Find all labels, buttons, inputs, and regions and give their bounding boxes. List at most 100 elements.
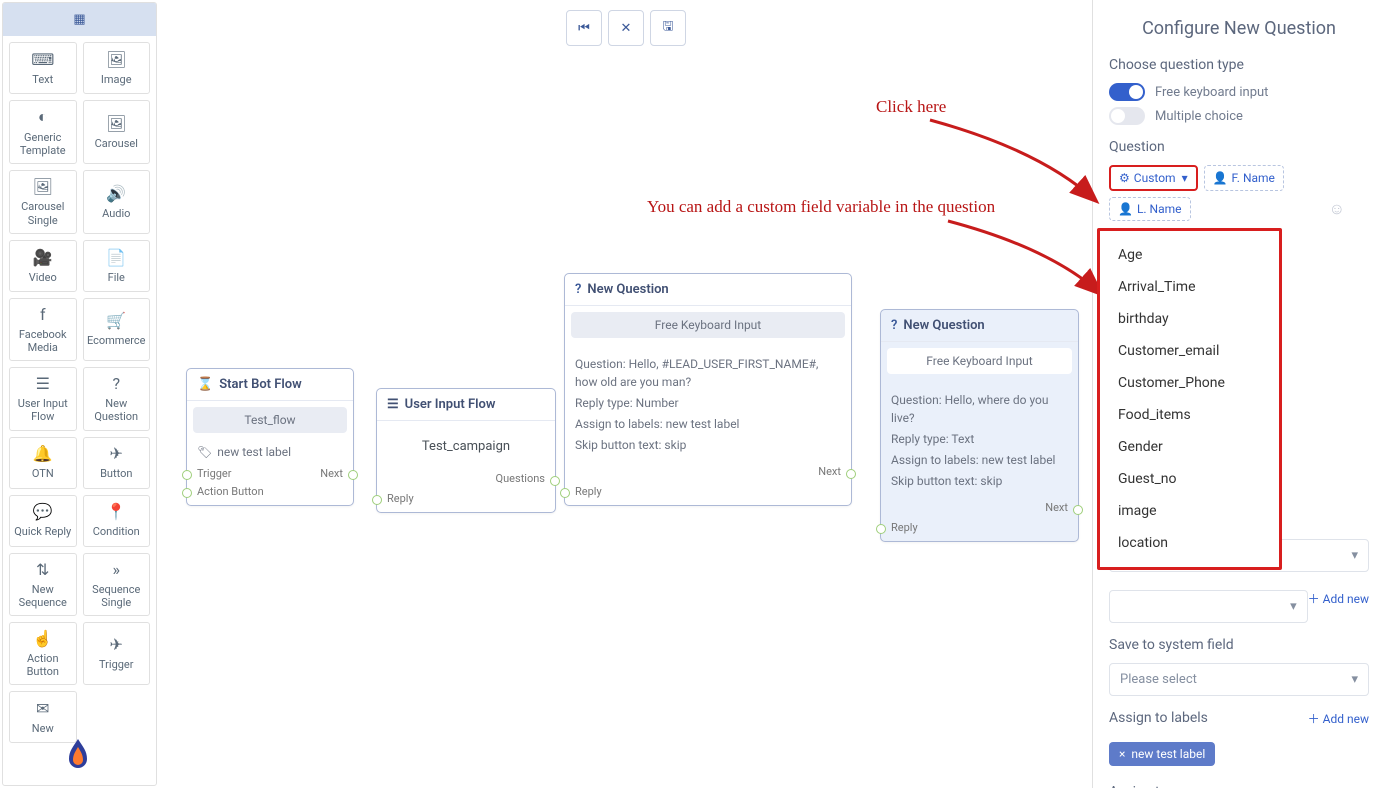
toggle-label-keyboard: Free keyboard input bbox=[1155, 85, 1268, 100]
tool-otn[interactable]: 🔔OTN bbox=[9, 437, 77, 489]
tool-action-button[interactable]: ☝Action Button bbox=[9, 622, 77, 685]
emoji-button[interactable]: ☺ bbox=[1329, 199, 1345, 219]
remove-icon[interactable]: × bbox=[1119, 747, 1125, 761]
person-icon: 👤 bbox=[1213, 171, 1228, 185]
tool-button[interactable]: ✈Button bbox=[83, 437, 151, 489]
fit-button[interactable]: ✕ bbox=[608, 10, 644, 46]
port-trigger[interactable] bbox=[182, 470, 192, 480]
node-question-1[interactable]: ?New Question Free Keyboard Input Questi… bbox=[564, 273, 852, 506]
tool-text[interactable]: ⌨Text bbox=[9, 42, 77, 94]
question-icon: ? bbox=[575, 282, 581, 297]
tool-user-input-flow[interactable]: ☰User Input Flow bbox=[9, 367, 77, 430]
custom-option-birthday[interactable]: birthday bbox=[1100, 303, 1279, 335]
save-button[interactable]: 🖫 bbox=[650, 10, 686, 46]
tool-file[interactable]: 📄 File bbox=[83, 240, 151, 292]
tool-condition[interactable]: 📍Condition bbox=[83, 495, 151, 547]
tool-facebook-media[interactable]: fFacebook Media bbox=[9, 298, 77, 361]
tool-new[interactable]: ✉New bbox=[9, 691, 77, 743]
custom-field-button[interactable]: ⚙ Custom ▾ bbox=[1109, 165, 1198, 191]
add-new-custom[interactable]: ＋ Add new bbox=[1308, 590, 1369, 607]
plus-icon: ＋ bbox=[1308, 712, 1320, 726]
flow-canvas[interactable]: ⏮ ✕ 🖫 ⌛Start Bot Flow Test_flow 🏷new tes… bbox=[160, 0, 1092, 788]
custom-field-select[interactable]: ▾ bbox=[1109, 590, 1308, 623]
question-icon: ? bbox=[891, 318, 897, 333]
toolbox-header[interactable]: ▦ bbox=[3, 3, 156, 36]
fit-icon: ✕ bbox=[621, 21, 632, 36]
toggle-free-keyboard[interactable] bbox=[1109, 83, 1145, 101]
chevron-down-icon: ▾ bbox=[1182, 171, 1188, 185]
assign-messenger-label: Assign to a messenger sequence bbox=[1109, 784, 1369, 788]
tool-quick-reply[interactable]: 💬Quick Reply bbox=[9, 495, 77, 547]
tool-carousel[interactable]: 🖼Carousel bbox=[83, 100, 151, 164]
assign-labels: Assign to labels: new test label bbox=[575, 415, 841, 433]
tool-label: Audio bbox=[102, 207, 130, 220]
first-name-button[interactable]: 👤 F. Name bbox=[1204, 165, 1284, 191]
tool-icon: ⌨ bbox=[31, 50, 54, 69]
tool-label: Trigger bbox=[99, 658, 133, 671]
label-chip[interactable]: ×new test label bbox=[1109, 742, 1215, 766]
tool-label: New Question bbox=[86, 397, 148, 423]
tool-carousel-single[interactable]: 🖼Carousel Single bbox=[9, 170, 77, 233]
tag-icon: 🏷 bbox=[197, 445, 212, 459]
port-reply[interactable] bbox=[560, 488, 570, 498]
system-field-select[interactable]: Please select▾ bbox=[1109, 663, 1369, 696]
canvas-toolbar: ⏮ ✕ 🖫 bbox=[566, 10, 686, 46]
custom-option-age[interactable]: Age bbox=[1100, 239, 1279, 271]
port-next[interactable] bbox=[1073, 505, 1083, 515]
tool-trigger[interactable]: ✈ Trigger bbox=[83, 622, 151, 685]
add-new-label: Add new bbox=[1323, 592, 1369, 606]
tool-label: File bbox=[108, 271, 125, 284]
question-text: Question: Hello, where do you live? bbox=[891, 391, 1068, 427]
custom-option-location[interactable]: location bbox=[1100, 527, 1279, 559]
custom-option-food_items[interactable]: Food_items bbox=[1100, 399, 1279, 431]
port-questions[interactable] bbox=[550, 476, 560, 486]
tool-icon: ✈ bbox=[110, 444, 123, 463]
custom-option-arrival_time[interactable]: Arrival_Time bbox=[1100, 271, 1279, 303]
custom-field-dropdown: AgeArrival_TimebirthdayCustomer_emailCus… bbox=[1097, 228, 1282, 570]
tool-label: Generic Template bbox=[12, 131, 74, 157]
port-action[interactable] bbox=[182, 488, 192, 498]
tool-image[interactable]: 🖼Image bbox=[83, 42, 151, 94]
custom-option-customer_phone[interactable]: Customer_Phone bbox=[1100, 367, 1279, 399]
tool-icon: ◐ bbox=[38, 107, 48, 127]
port-reply[interactable] bbox=[372, 495, 382, 505]
skip-text: Skip button text: skip bbox=[891, 472, 1068, 490]
toggle-label-multiple: Multiple choice bbox=[1155, 109, 1243, 124]
tool-audio[interactable]: 🔊Audio bbox=[83, 170, 151, 233]
tool-icon: ? bbox=[112, 374, 120, 393]
custom-option-image[interactable]: image bbox=[1100, 495, 1279, 527]
tool-icon: 📄 bbox=[106, 248, 126, 267]
node-user-input-flow[interactable]: ☰User Input Flow Test_campaign Questions… bbox=[376, 388, 556, 513]
flow-name-badge: Test_flow bbox=[193, 407, 347, 433]
tool-new-question[interactable]: ? New Question bbox=[83, 367, 151, 430]
person-icon: 👤 bbox=[1118, 202, 1133, 216]
toggle-multiple-choice[interactable] bbox=[1109, 107, 1145, 125]
tool-label: Carousel Single bbox=[12, 200, 74, 226]
tool-generic-template[interactable]: ◐ Generic Template bbox=[9, 100, 77, 164]
port-reply[interactable] bbox=[876, 524, 886, 534]
tool-label: Quick Reply bbox=[14, 525, 71, 538]
add-new-label-button[interactable]: ＋ Add new bbox=[1308, 710, 1369, 727]
node-title: Start Bot Flow bbox=[219, 377, 302, 392]
port-next[interactable] bbox=[846, 469, 856, 479]
tool-ecommerce[interactable]: 🛒Ecommerce bbox=[83, 298, 151, 361]
last-name-button[interactable]: 👤 L. Name bbox=[1109, 197, 1191, 221]
rewind-button[interactable]: ⏮ bbox=[566, 10, 602, 46]
flow-label: new test label bbox=[217, 445, 291, 459]
tool-icon: ⇅ bbox=[36, 560, 49, 579]
tool-video[interactable]: 🎥Video bbox=[9, 240, 77, 292]
port-next[interactable] bbox=[348, 470, 358, 480]
port-label-action: Action Button bbox=[197, 485, 264, 498]
custom-option-gender[interactable]: Gender bbox=[1100, 431, 1279, 463]
custom-option-customer_email[interactable]: Customer_email bbox=[1100, 335, 1279, 367]
tool-sequence-single[interactable]: »Sequence Single bbox=[83, 553, 151, 616]
tool-new-sequence[interactable]: ⇅New Sequence bbox=[9, 553, 77, 616]
tool-label: Action Button bbox=[12, 652, 74, 678]
chevron-down-icon: ▾ bbox=[1351, 672, 1358, 687]
custom-option-guest_no[interactable]: Guest_no bbox=[1100, 463, 1279, 495]
tool-icon: ✈ bbox=[110, 635, 123, 654]
tool-icon: » bbox=[113, 560, 121, 579]
node-start-bot-flow[interactable]: ⌛Start Bot Flow Test_flow 🏷new test labe… bbox=[186, 368, 354, 506]
node-question-2[interactable]: ?New Question Free Keyboard Input Questi… bbox=[880, 309, 1079, 542]
chevron-down-icon: ▾ bbox=[1290, 599, 1297, 614]
